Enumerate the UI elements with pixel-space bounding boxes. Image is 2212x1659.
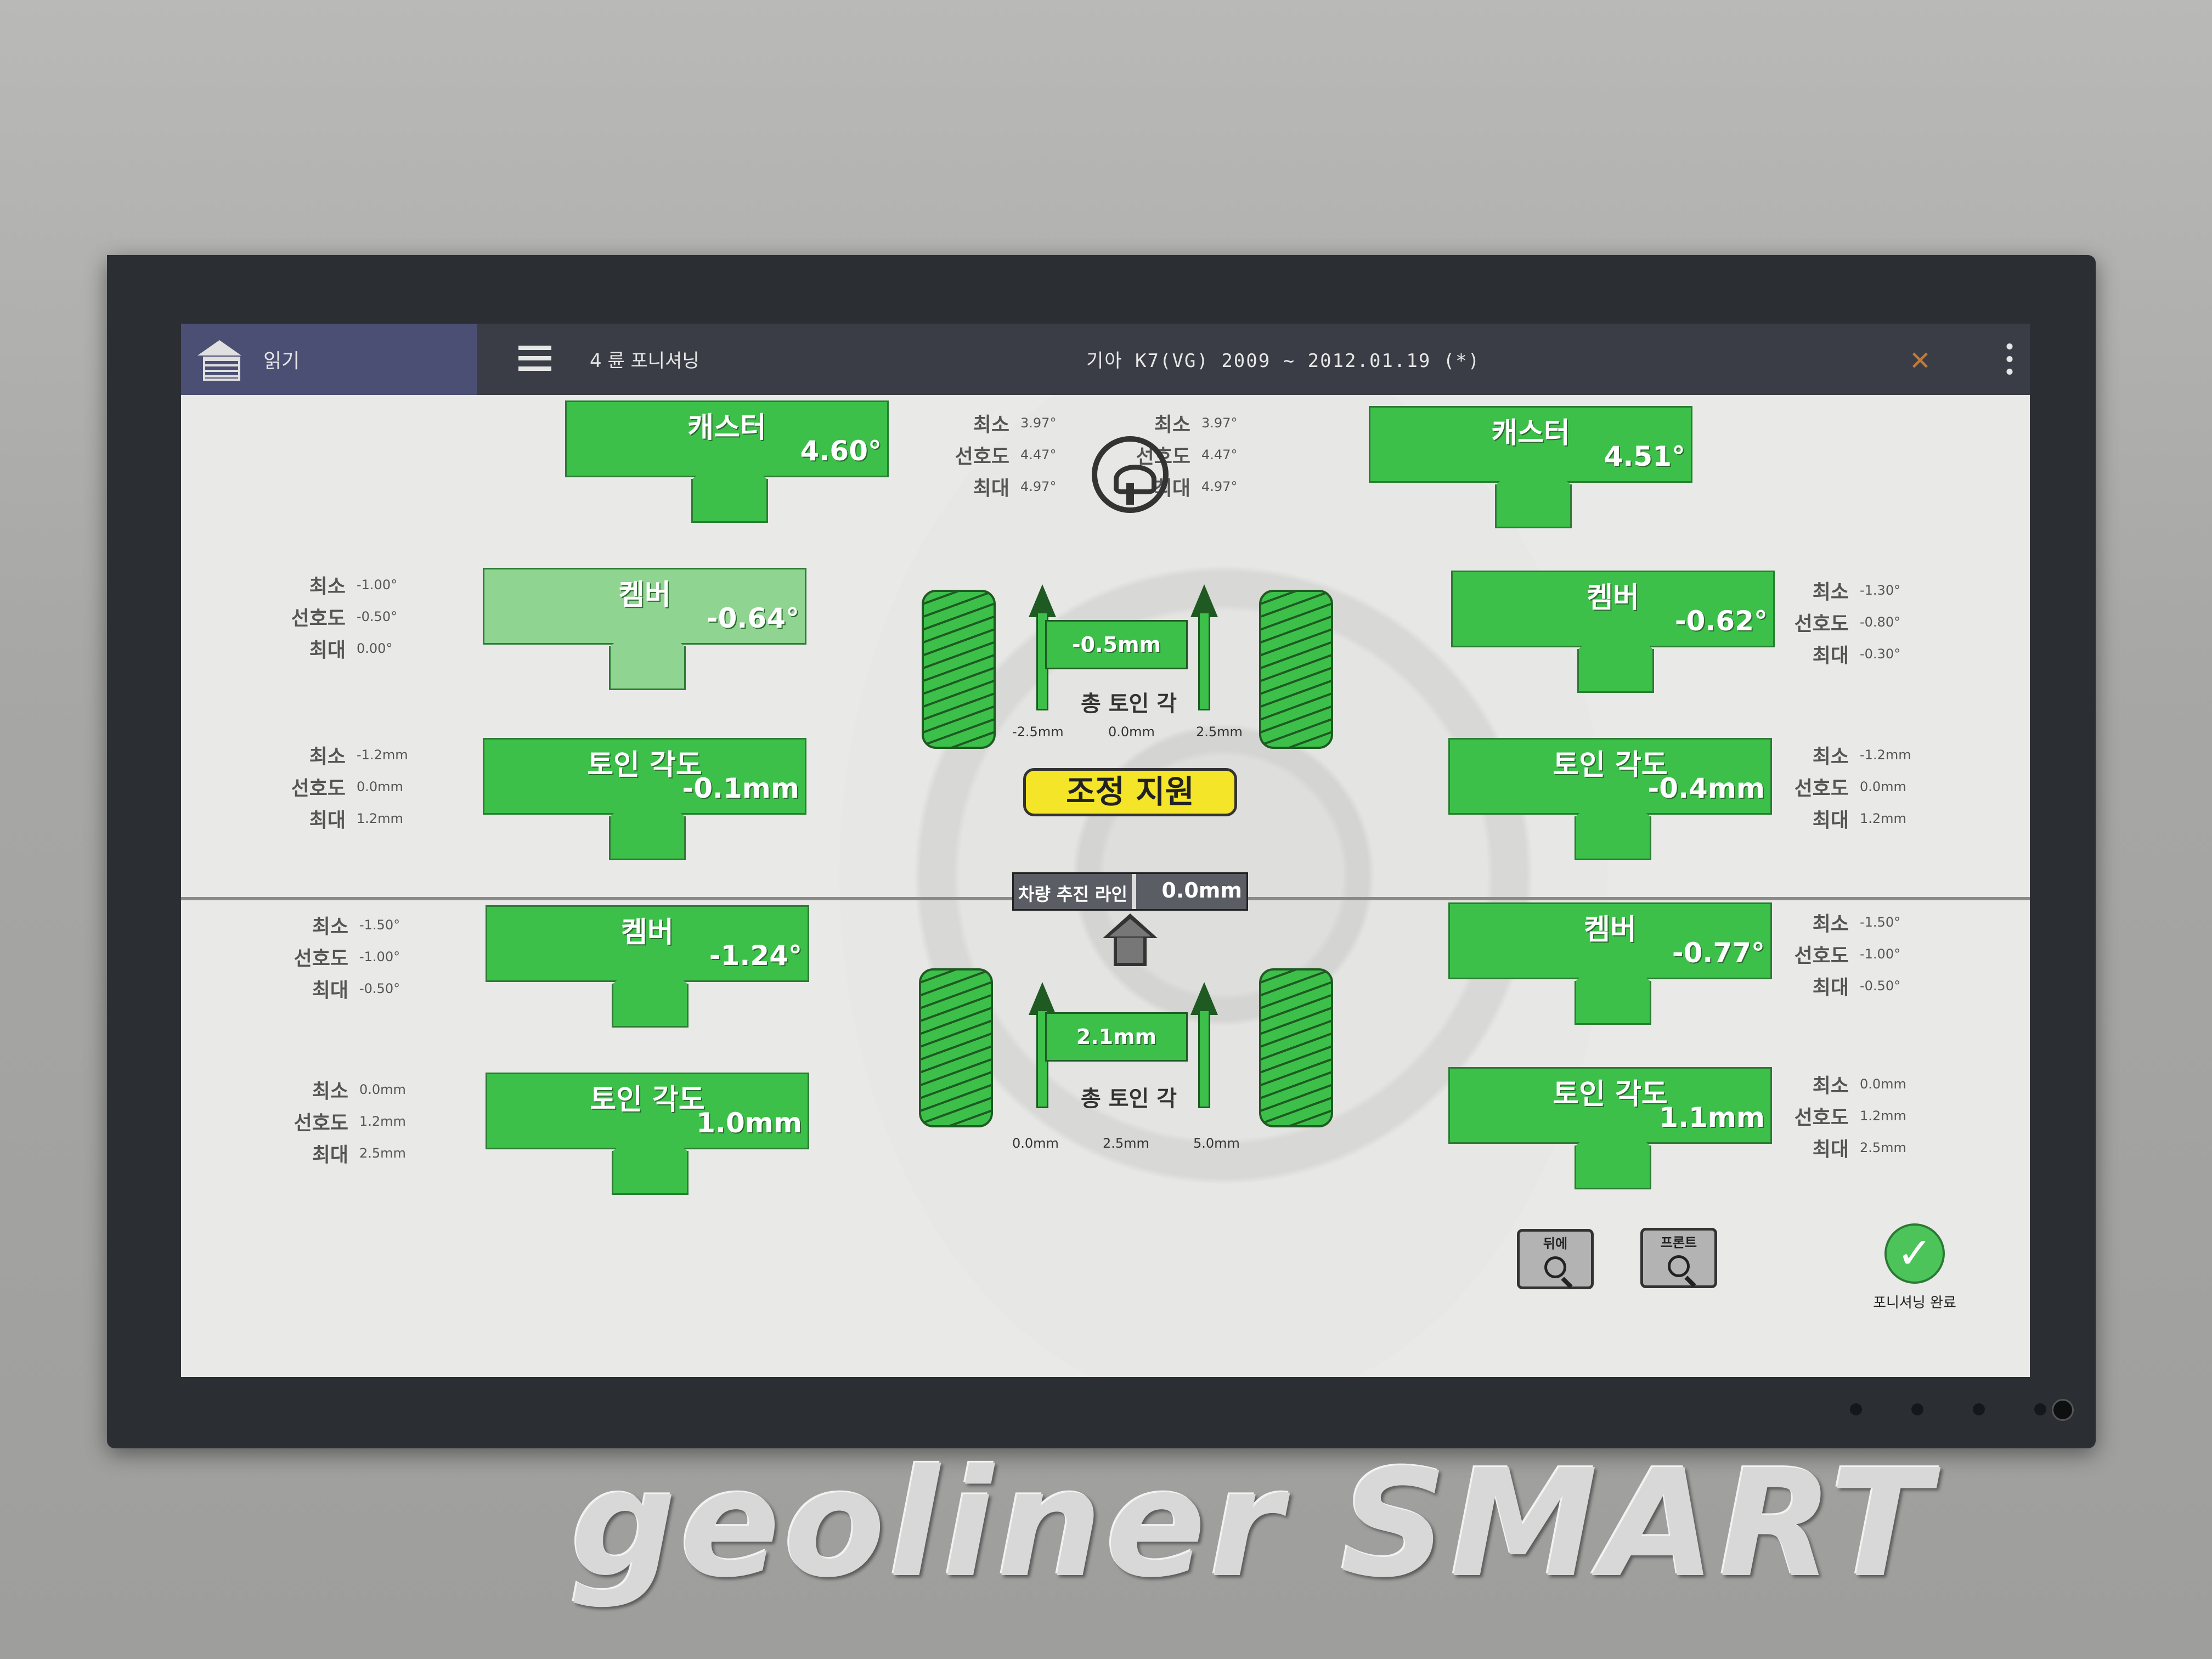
brand-logo: geoliner SMART: [571, 1437, 1934, 1610]
front-right-toe-spec: 최소 -1.2mm 선호도 0.0mm 최대 1.2mm: [1794, 746, 1911, 832]
read-label: 읽기: [263, 350, 300, 373]
checkmark-icon: ✓: [1884, 1223, 1945, 1284]
adjust-assist-button[interactable]: 조정 지원: [1023, 768, 1237, 816]
front-total-toe[interactable]: -0.5mm: [1034, 587, 1199, 669]
home-button[interactable]: 읽기: [181, 324, 477, 395]
monitor-buttons: [1850, 1403, 2046, 1415]
rear-total-toe-label: 총 토인 각: [1081, 1086, 1177, 1111]
zoom-front-button[interactable]: 프론트: [1640, 1228, 1717, 1288]
header-bar: 읽기 4 륜 포니셔닝 기아 K7(VG) 2009 ~ 2012.01.19 …: [181, 324, 2030, 395]
rear-right-toe-spec: 최소 0.0mm 선호도 1.2mm 최대 2.5mm: [1794, 1075, 1906, 1161]
front-total-toe-value: -0.5mm: [1071, 633, 1161, 657]
rear-right-camber-spec: 최소 -1.50° 선호도 -1.00° 최대 -0.50°: [1794, 913, 1901, 999]
zoom-front-label: 프론트: [1660, 1235, 1697, 1250]
positioning-complete-label: 포니셔닝 완료: [1873, 1295, 1956, 1311]
front-left-tire-icon: [922, 590, 996, 749]
zoom-in-icon: [1544, 1256, 1566, 1278]
thrust-line-marker: [1132, 874, 1136, 909]
vehicle-title: 기아 K7(VG) 2009 ~ 2012.01.19 (*): [1086, 350, 1481, 372]
zoom-in-icon: [1668, 1255, 1690, 1277]
rear-toe-tick-max: 5.0mm: [1193, 1136, 1240, 1151]
rear-left-camber-spec: 최소 -1.50° 선호도 -1.00° 최대 -0.50°: [294, 916, 400, 1002]
front-right-camber-spec: 최소 -1.30° 선호도 -0.80° 최대 -0.30°: [1794, 581, 1901, 667]
more-options-icon[interactable]: [2006, 340, 2013, 379]
menu-icon[interactable]: [518, 346, 551, 371]
rear-total-toe[interactable]: 2.1mm: [1034, 979, 1199, 1062]
front-toe-tick-mid: 0.0mm: [1108, 724, 1155, 740]
screen: 읽기 4 륜 포니셔닝 기아 K7(VG) 2009 ~ 2012.01.19 …: [181, 324, 2030, 1377]
rear-total-toe-value: 2.1mm: [1076, 1025, 1157, 1049]
front-right-tire-icon: [1259, 590, 1333, 749]
rear-right-tire-icon: [1259, 968, 1333, 1127]
rear-toe-tick-mid: 2.5mm: [1103, 1136, 1149, 1151]
positioning-complete-button[interactable]: ✓ 포니셔닝 완료: [1843, 1223, 1986, 1312]
rear-toe-tick-min: 0.0mm: [1012, 1136, 1059, 1151]
front-total-toe-label: 총 토인 각: [1081, 691, 1177, 716]
zoom-rear-label: 뒤에: [1543, 1236, 1568, 1251]
thrust-direction-arrow-icon: [1103, 913, 1158, 968]
zoom-rear-button[interactable]: 뒤에: [1517, 1229, 1594, 1289]
front-toe-tick-max: 2.5mm: [1196, 724, 1243, 740]
garage-icon: [198, 340, 241, 381]
rear-left-tire-icon: [919, 968, 993, 1127]
mode-title: 4 륜 포니셔닝: [590, 350, 699, 372]
thrust-line-label: 차량 추진 라인: [1018, 884, 1127, 905]
steering-wheel-icon: [1092, 436, 1169, 513]
thrust-line-bar: 차량 추진 라인 0.0mm: [1012, 872, 1248, 911]
rear-left-toe-spec: 최소 0.0mm 선호도 1.2mm 최대 2.5mm: [294, 1080, 406, 1166]
tool-icon[interactable]: ✕: [1904, 345, 1937, 377]
front-left-toe-spec: 최소 -1.2mm 선호도 0.0mm 최대 1.2mm: [291, 746, 408, 832]
power-button[interactable]: [2052, 1399, 2074, 1421]
front-left-camber-spec: 최소 -1.00° 선호도 -0.50° 최대 0.00°: [291, 575, 398, 662]
front-toe-tick-min: -2.5mm: [1012, 724, 1064, 740]
thrust-line-value: 0.0mm: [1161, 878, 1242, 902]
caster-spec-left: 최소 3.97° 선호도 4.47° 최대 4.97°: [955, 414, 1057, 500]
